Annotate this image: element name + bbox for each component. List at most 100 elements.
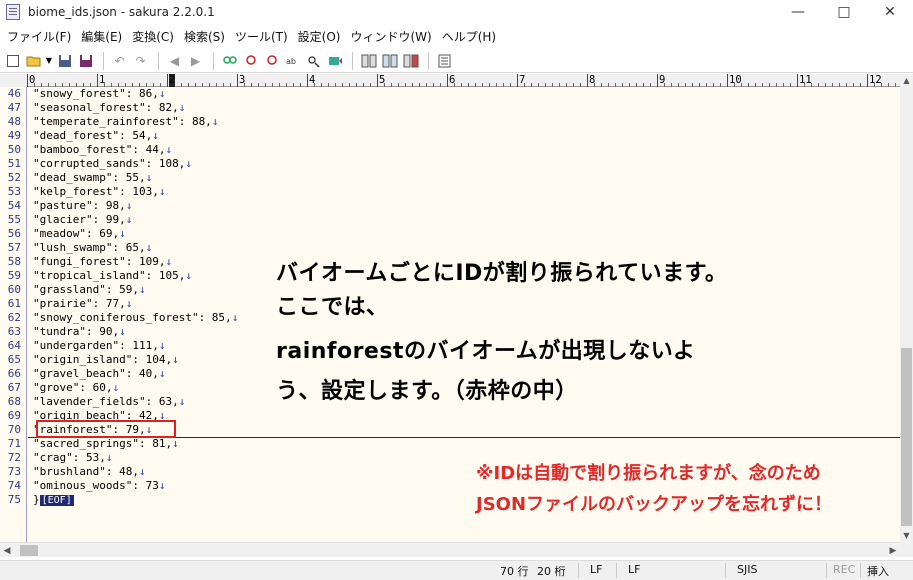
ruler-label: 1 (99, 74, 106, 86)
status-encoding[interactable]: SJIS (737, 563, 757, 576)
ruler-label: 3 (239, 74, 246, 86)
title-bar: biome_ids.json - sakura 2.2.0.1 — □ ✕ (0, 0, 913, 24)
maximize-button[interactable]: □ (821, 0, 867, 24)
status-bar: 70 行 20 桁 LF LF SJIS REC 挿入 (0, 560, 913, 580)
horizontal-scroll-thumb[interactable] (20, 545, 38, 556)
horizontal-scrollbar[interactable]: ◀ ▶ (0, 542, 900, 557)
search-prev-icon[interactable] (262, 52, 281, 70)
code-line: "tundra": 90,↓ (33, 325, 126, 339)
jump-back-icon[interactable]: ◀ (165, 52, 184, 70)
menu-help[interactable]: ヘルプ(H) (437, 28, 501, 45)
save-icon[interactable] (55, 52, 74, 70)
ruler: 0 1 2 3 4 5 6 7 8 9 10 11 12 (0, 74, 913, 87)
line-break-marker: ↓ (158, 367, 166, 380)
toolbar-separator (428, 51, 429, 70)
line-break-marker: ↓ (158, 185, 166, 198)
code-line: "grassland": 59,↓ (33, 283, 146, 297)
code-line-text: "lavender_fields": 63, (33, 395, 179, 408)
new-file-icon[interactable] (3, 52, 22, 70)
line-number: 73 (7, 465, 21, 478)
status-separator (578, 563, 579, 578)
line-break-marker: ↓ (138, 465, 146, 478)
line-number: 47 (7, 101, 21, 114)
line-number: 75 (7, 493, 21, 506)
search-icon[interactable] (220, 52, 239, 70)
code-line: "snowy_forest": 86,↓ (33, 87, 165, 101)
line-break-marker: ↓ (119, 325, 126, 338)
code-line-text: } (33, 493, 40, 506)
warning-line-2: JSONファイルのバックアップを忘れずに！ (476, 494, 833, 515)
menu-file[interactable]: ファイル(F) (2, 28, 76, 45)
grep-icon[interactable] (304, 52, 323, 70)
save-all-icon[interactable] (76, 52, 95, 70)
code-line: "prairie": 77,↓ (33, 297, 132, 311)
code-line-text: "brushland": 48, (33, 465, 139, 478)
scroll-up-icon[interactable]: ▲ (900, 74, 913, 87)
line-number: 70 (7, 423, 21, 436)
search-next-icon[interactable] (241, 52, 260, 70)
code-line-text: "ominous_woods": 73 (33, 479, 159, 492)
menu-search[interactable]: 検索(S) (179, 28, 230, 45)
status-eol-2[interactable]: LF (628, 563, 640, 576)
menu-settings[interactable]: 設定(O) (293, 28, 346, 45)
code-line-text: "grassland": 59, (33, 283, 139, 296)
code-line-text: "bamboo_forest": 44, (33, 143, 166, 156)
line-break-marker: ↓ (158, 87, 166, 100)
line-number: 57 (7, 241, 21, 254)
line-number: 46 (7, 87, 21, 100)
line-break-marker: ↓ (172, 353, 179, 366)
function-list-icon[interactable] (401, 52, 420, 70)
code-line: "kelp_forest": 103,↓ (33, 185, 165, 199)
line-break-marker: ↓ (172, 437, 179, 450)
ruler-label: 0 (29, 74, 36, 86)
code-line-text: "tundra": 90, (33, 325, 120, 338)
status-eol[interactable]: LF (590, 563, 602, 576)
line-number: 65 (7, 353, 21, 366)
settings-icon[interactable] (435, 52, 454, 70)
line-break-marker: ↓ (138, 283, 146, 296)
vertical-scroll-thumb[interactable] (901, 348, 912, 526)
vertical-scrollbar[interactable]: ▲ ▼ (900, 74, 913, 542)
undo-icon[interactable]: ↶ (110, 52, 129, 70)
tag-jump-icon[interactable] (325, 52, 344, 70)
status-line: 70 行 (500, 565, 529, 578)
menu-tools[interactable]: ツール(T) (230, 28, 293, 45)
compare-icon[interactable] (359, 52, 378, 70)
menu-window[interactable]: ウィンドウ(W) (345, 28, 436, 45)
code-line: "crag": 53,↓ (33, 451, 112, 465)
eof-marker: [EOF] (39, 495, 74, 506)
jump-forward-icon[interactable]: ▶ (186, 52, 205, 70)
close-button[interactable]: ✕ (867, 0, 913, 24)
code-line: "dead_forest": 54,↓ (33, 129, 159, 143)
scroll-down-icon[interactable]: ▼ (900, 529, 913, 542)
code-line: "meadow": 69,↓ (33, 227, 126, 241)
replace-icon[interactable]: ab (283, 52, 302, 70)
code-line-text: "glacier": 99, (33, 213, 126, 226)
code-line-text: "tropical_island": 105, (33, 269, 186, 282)
editor-area[interactable]: 46 47 48 49 50 51 52 53 54 55 56 57 58 59 60 61 62 63 64 65… (0, 87, 900, 542)
outline-icon[interactable] (380, 52, 399, 70)
open-file-icon[interactable] (24, 52, 43, 70)
code-line: "grove": 60,↓ (33, 381, 119, 395)
redo-icon[interactable]: ↷ (131, 52, 150, 70)
menu-edit[interactable]: 編集(E) (76, 28, 127, 45)
line-number: 48 (7, 115, 21, 128)
scroll-left-icon[interactable]: ◀ (0, 543, 14, 558)
minimize-button[interactable]: — (775, 0, 821, 24)
rainforest-highlight-box (36, 420, 176, 438)
code-line: "undergarden": 111,↓ (33, 339, 165, 353)
code-line-text: "dead_swamp": 55, (33, 171, 146, 184)
line-break-marker: ↓ (125, 297, 133, 310)
scroll-right-icon[interactable]: ▶ (886, 543, 900, 558)
toolbar-separator (158, 51, 159, 70)
line-break-marker: ↓ (178, 101, 186, 114)
dropdown-icon[interactable]: ▼ (45, 52, 53, 70)
line-number: 68 (7, 395, 21, 408)
code-line: "temperate_rainforest": 88,↓ (33, 115, 218, 129)
line-break-marker: ↓ (105, 451, 113, 464)
code-line-text: "corrupted_sands": 108, (33, 157, 186, 170)
line-break-marker: ↓ (231, 311, 239, 324)
code-line: "origin_island": 104,↓ (33, 353, 179, 367)
status-insert-mode[interactable]: 挿入 (867, 563, 889, 579)
menu-convert[interactable]: 変換(C) (127, 28, 179, 45)
